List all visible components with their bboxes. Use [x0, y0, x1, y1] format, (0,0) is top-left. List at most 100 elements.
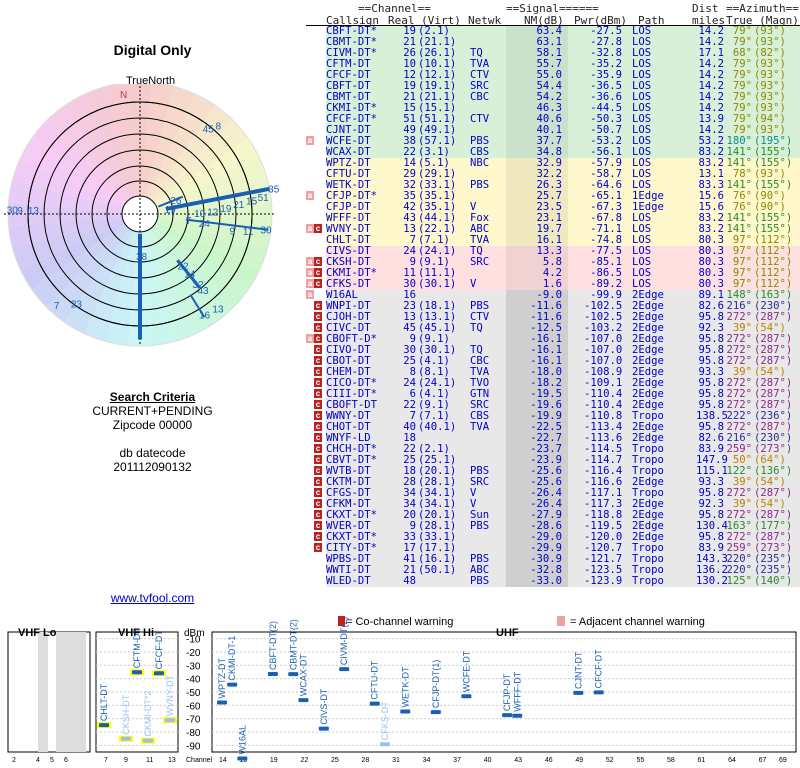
x-tick-label: 13 [168, 757, 176, 764]
y-tick-label: -90 [186, 741, 201, 752]
point-label: CHLT-DT [99, 683, 109, 721]
cochannel-warning-icon: c [314, 257, 322, 266]
signal-point [502, 713, 513, 718]
cochannel-warning-icon: c [314, 389, 322, 398]
y-tick-label: -80 [186, 728, 201, 739]
x-tick-label: 22 [300, 757, 308, 764]
signal-point [267, 672, 278, 676]
signal-point [379, 742, 390, 747]
x-tick-label: 2 [12, 757, 16, 764]
polar-label: 15 [246, 196, 258, 207]
polar-label: 43 [197, 286, 209, 297]
polar-label: 23 [71, 300, 83, 311]
x-tick-label: 37 [453, 757, 461, 764]
adjacent-warning-icon: a [306, 224, 314, 233]
table-rows: CBFT-DT* 19 (2.1) 63.4 -27.5 LOS 14.2 79° (93°) C… [306, 26, 800, 587]
polar-label: 13 [28, 206, 40, 217]
signal-point [400, 709, 411, 714]
search-line2: Zipcode 00000 [112, 418, 193, 432]
cochannel-legend: = Co-channel warning [346, 616, 453, 628]
adjacent-warning-icon: a [306, 268, 314, 277]
cochannel-warning-icon: c [314, 466, 322, 475]
polar-label: 7 [54, 301, 60, 312]
cochannel-warning-icon: c [314, 521, 322, 530]
x-tick-label: 25 [331, 757, 339, 764]
virtual-channel-cell: (40.1) [418, 421, 457, 433]
x-tick-label: 69 [779, 757, 787, 764]
adjacent-warning-icon: a [306, 290, 314, 299]
cochannel-warning-icon: c [314, 312, 322, 321]
tvfool-link[interactable]: www.tvfool.com [0, 591, 305, 605]
real-channel-cell: 48 [403, 575, 416, 587]
point-label: CJNT-DT [573, 651, 583, 689]
polar-label: 12 [207, 208, 219, 219]
cochannel-warning-icon: c [314, 488, 322, 497]
point-label: WCAX-DT [298, 654, 308, 696]
cochannel-warning-icon: c [314, 532, 322, 541]
network-cell: CBC [470, 91, 490, 103]
y-tick-label: -40 [186, 675, 201, 686]
virtual-channel-cell: (30.1) [418, 278, 457, 290]
x-tick-label: 28 [362, 757, 370, 764]
polar-label: 16 [199, 311, 211, 322]
point-label: CFJP-DT(1) [431, 660, 441, 709]
north-mark: N [120, 90, 127, 101]
signal-point [143, 738, 153, 743]
cochannel-warning-icon: c [314, 345, 322, 354]
point-label: CIVS-DT [319, 688, 329, 725]
table-row[interactable]: WLED-DT 48 PBS -33.0 -123.9 Tropo 130.2 125° (14… [306, 576, 800, 587]
cochannel-warning-icon: c [314, 510, 322, 519]
x-tick-label: 55 [636, 757, 644, 764]
point-label: W16AL [237, 725, 247, 755]
left-panel: Digital Only TrueNorth N 8 45 35 51 15 21 19 12… [0, 0, 305, 610]
point-label: WCFE-DT [461, 650, 471, 692]
cochannel-swatch [338, 616, 345, 626]
y-tick-label: -50 [186, 688, 201, 699]
polar-label: 19 [220, 204, 232, 215]
nm-cell: -33.0 [530, 575, 562, 587]
polar-label: 35 [268, 184, 280, 195]
cochannel-warning-icon: c [314, 301, 322, 310]
point-label: CFCF-DT [594, 649, 604, 688]
signal-point [318, 726, 329, 731]
network-cell: NBC [470, 157, 490, 169]
x-tick-label: 58 [667, 757, 675, 764]
signal-point [430, 710, 441, 715]
x-tick-label: 31 [392, 757, 400, 764]
point-label: CFCF-DT [154, 630, 164, 669]
x-tick-label: 52 [606, 757, 614, 764]
point-label: WPTZ-DT [217, 658, 227, 699]
search-line1: CURRENT+PENDING [92, 404, 213, 418]
station-table: ==Channel== ==Signal====== Dist ==Azimut… [306, 2, 800, 587]
table-header-1: ==Channel== ==Signal====== Dist ==Azimut… [306, 2, 800, 15]
x-tick-label: 43 [514, 757, 522, 764]
legend: = Co-channel warning = Adjacent channel … [338, 616, 705, 628]
vhf-lo-gap [38, 632, 48, 752]
polar-label: 51 [258, 193, 270, 204]
cochannel-warning-icon: c [314, 444, 322, 453]
db-label: db datecode [119, 446, 186, 460]
page-title: Digital Only [113, 42, 192, 58]
azimuth-true-cell: 125° [726, 575, 752, 587]
x-tick-label: 46 [545, 757, 553, 764]
adjacent-legend: = Adjacent channel warning [570, 616, 705, 628]
x-tick-label: 5 [50, 757, 54, 764]
polar-label: 9 [17, 206, 23, 217]
signal-point [227, 682, 238, 687]
x-tick-label: 9 [124, 757, 128, 764]
signal-point [512, 713, 523, 718]
network-cell: V [470, 278, 477, 290]
point-label: CFTU-DT [370, 660, 380, 699]
point-label: CFTM-DT [132, 628, 142, 668]
signal-point [288, 672, 299, 677]
signal-point [165, 718, 175, 723]
cochannel-warning-icon: c [314, 422, 322, 431]
callsign-cell: WLED-DT [326, 575, 371, 587]
polar-label: 21 [233, 200, 245, 211]
azimuth-magn-cell: (140°) [754, 575, 793, 587]
point-label: CFJP-DT [502, 673, 512, 711]
point-label: WVNY-DT [165, 674, 175, 716]
path-cell: Tropo [632, 575, 664, 587]
point-label: WFFF-DT [512, 671, 522, 711]
network-cell: PBS [470, 520, 490, 532]
